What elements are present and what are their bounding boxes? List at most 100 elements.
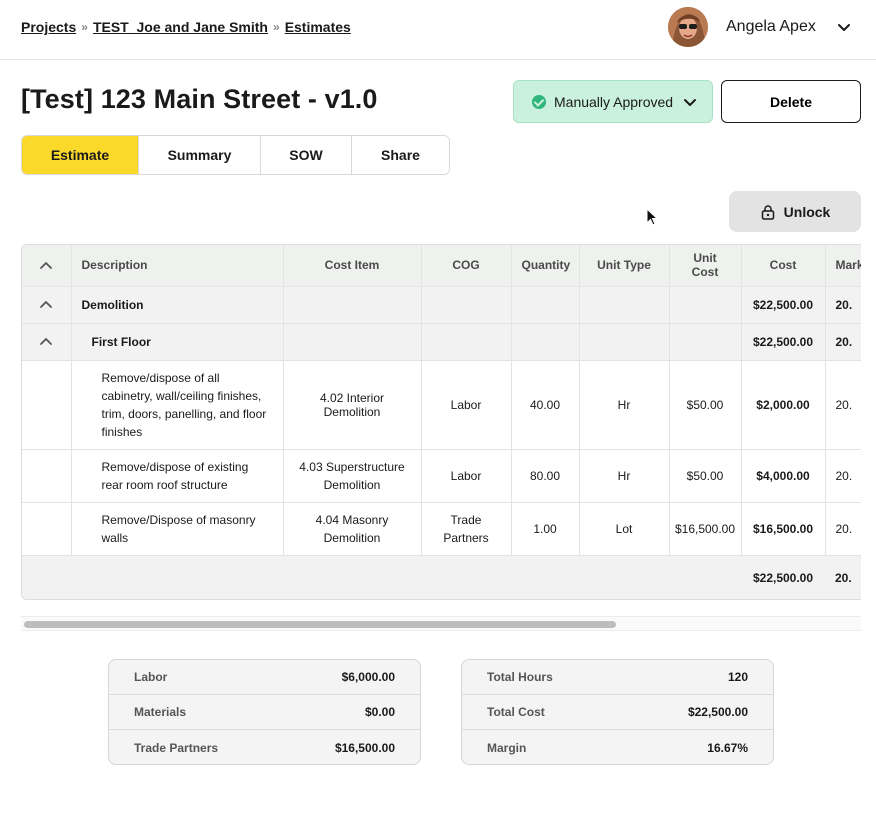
summary-value: 120: [727, 670, 748, 684]
chevron-down-icon[interactable]: [836, 19, 852, 35]
summary-row: Trade Partners $16,500.00: [109, 730, 420, 764]
tab-summary[interactable]: Summary: [139, 136, 261, 174]
delete-button[interactable]: Delete: [721, 80, 861, 123]
column-header-markup[interactable]: Mark: [825, 245, 861, 287]
summary-label: Total Hours: [487, 670, 553, 684]
row-cog[interactable]: Trade Partners: [421, 502, 512, 556]
row-unit-cost[interactable]: $50.00: [669, 360, 742, 450]
summary-value: $22,500.00: [687, 705, 748, 719]
top-bar: Projects » TEST_Joe and Jane Smith » Est…: [0, 0, 876, 60]
summary-label: Materials: [134, 705, 187, 719]
summary-value: 16.67%: [707, 740, 748, 755]
user-menu[interactable]: Angela Apex: [668, 7, 852, 47]
table-row[interactable]: Remove/dispose of existing rear room roo…: [22, 449, 861, 503]
breadcrumb-estimates[interactable]: Estimates: [285, 19, 351, 35]
table-row[interactable]: Remove/dispose of all cabinetry, wall/ce…: [22, 360, 861, 450]
row-quantity[interactable]: 40.00: [511, 360, 580, 450]
summary-row: Total Cost $22,500.00: [462, 695, 773, 730]
column-header-unit-cost[interactable]: Unit Cost: [669, 245, 742, 287]
status-dropdown[interactable]: Manually Approved: [513, 80, 713, 123]
horizontal-scrollbar[interactable]: [21, 616, 861, 631]
summary-row: Labor $6,000.00: [109, 660, 420, 695]
column-header-quantity[interactable]: Quantity: [511, 245, 580, 287]
row-unit-type[interactable]: Lot: [579, 502, 670, 556]
group-markup: 20.: [825, 323, 861, 361]
row-description[interactable]: Remove/dispose of existing rear room roo…: [71, 449, 284, 503]
row-quantity[interactable]: 80.00: [511, 449, 580, 503]
total-cost: $22,500.00: [741, 555, 825, 599]
summary-row: Total Hours 120: [462, 660, 773, 695]
summary-label: Margin: [487, 740, 527, 755]
check-circle-icon: [532, 94, 546, 109]
table-header-row: Description Cost Item COG Quantity Unit …: [22, 245, 861, 287]
mouse-cursor-icon: [646, 208, 658, 226]
row-cost: $2,000.00: [741, 360, 826, 450]
row-unit-type[interactable]: Hr: [579, 360, 670, 450]
collapse-cell[interactable]: [22, 323, 72, 361]
row-markup[interactable]: 20.: [825, 502, 861, 556]
chevron-up-icon[interactable]: [39, 335, 53, 349]
row-cost: $4,000.00: [741, 449, 826, 503]
row-unit-type[interactable]: Hr: [579, 449, 670, 503]
row-cog[interactable]: Labor: [421, 360, 512, 450]
column-header-unit-type[interactable]: Unit Type: [579, 245, 670, 287]
collapse-all-cell[interactable]: [22, 245, 72, 287]
column-header-cost[interactable]: Cost: [741, 245, 826, 287]
row-description[interactable]: Remove/dispose of all cabinetry, wall/ce…: [71, 360, 284, 450]
avatar[interactable]: [668, 7, 708, 47]
status-label: Manually Approved: [554, 93, 674, 110]
tab-estimate[interactable]: Estimate: [22, 136, 139, 174]
row-unit-cost[interactable]: $50.00: [669, 449, 742, 503]
totals-card: Total Hours 120 Total Cost $22,500.00 Ma…: [461, 659, 774, 765]
breadcrumb-projects[interactable]: Projects: [21, 19, 76, 35]
row-markup[interactable]: 20.: [825, 360, 861, 450]
table-total-row: $22,500.00 20.: [22, 555, 861, 599]
row-description[interactable]: Remove/Dispose of masonry walls: [71, 502, 284, 556]
tab-sow[interactable]: SOW: [261, 136, 352, 174]
group-description: First Floor: [71, 323, 284, 361]
tab-bar: Estimate Summary SOW Share: [21, 135, 450, 175]
row-cost-item[interactable]: 4.03 Superstructure Demolition: [283, 449, 422, 503]
breadcrumb: Projects » TEST_Joe and Jane Smith » Est…: [21, 19, 351, 35]
breadcrumb-separator-icon: »: [273, 20, 280, 34]
breadcrumb-project[interactable]: TEST_Joe and Jane Smith: [93, 19, 268, 35]
scrollbar-thumb[interactable]: [24, 621, 616, 628]
user-name: Angela Apex: [726, 18, 816, 35]
unlock-label: Unlock: [783, 203, 831, 220]
row-quantity[interactable]: 1.00: [511, 502, 580, 556]
estimate-table: Description Cost Item COG Quantity Unit …: [21, 244, 861, 600]
cost-breakdown-card: Labor $6,000.00 Materials $0.00 Trade Pa…: [108, 659, 421, 765]
summary-label: Labor: [134, 670, 168, 684]
row-cog[interactable]: Labor: [421, 449, 512, 503]
summary-row: Margin 16.67%: [462, 730, 773, 764]
summary-row: Materials $0.00: [109, 695, 420, 730]
unlock-button[interactable]: Unlock: [729, 191, 861, 232]
row-cost: $16,500.00: [741, 502, 826, 556]
column-header-cost-item[interactable]: Cost Item: [283, 245, 422, 287]
summary-label: Total Cost: [487, 705, 545, 719]
group-cost: $22,500.00: [741, 286, 826, 324]
total-markup: 20.: [825, 555, 861, 599]
summary-value: $0.00: [364, 705, 395, 719]
summary-value: $16,500.00: [334, 740, 395, 755]
group-cost: $22,500.00: [741, 323, 826, 361]
group-description: Demolition: [71, 286, 284, 324]
group-markup: 20.: [825, 286, 861, 324]
summary-label: Trade Partners: [134, 740, 219, 755]
group-row-first-floor: First Floor $22,500.00 20.: [22, 323, 861, 361]
column-header-cog[interactable]: COG: [421, 245, 512, 287]
column-header-description[interactable]: Description: [71, 245, 284, 287]
tab-share[interactable]: Share: [352, 136, 449, 174]
row-cost-item[interactable]: 4.02 Interior Demolition: [283, 360, 422, 450]
row-unit-cost[interactable]: $16,500.00: [669, 502, 742, 556]
breadcrumb-separator-icon: »: [81, 20, 88, 34]
table-row[interactable]: Remove/Dispose of masonry walls 4.04 Mas…: [22, 502, 861, 556]
chevron-up-icon[interactable]: [39, 259, 53, 273]
chevron-down-icon: [684, 99, 696, 106]
row-cost-item[interactable]: 4.04 Masonry Demolition: [283, 502, 422, 556]
group-row-demolition: Demolition $22,500.00 20.: [22, 286, 861, 324]
row-markup[interactable]: 20.: [825, 449, 861, 503]
chevron-up-icon[interactable]: [39, 298, 53, 312]
page-title: [Test] 123 Main Street - v1.0: [21, 84, 378, 114]
collapse-cell[interactable]: [22, 286, 72, 324]
